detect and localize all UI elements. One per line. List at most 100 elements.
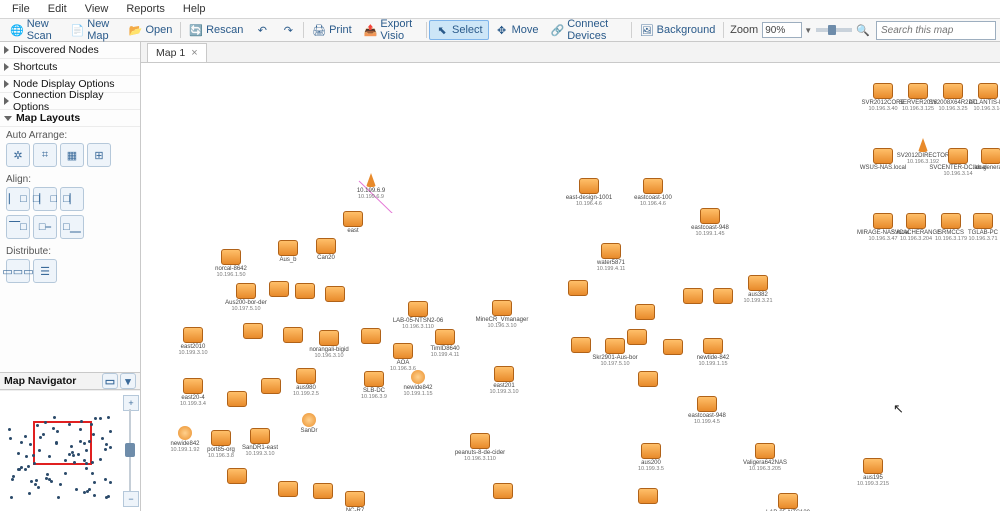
rescan-button[interactable]: 🔄Rescan [183, 20, 249, 40]
map-node[interactable]: water587110.199.4.11 [589, 243, 633, 272]
map-node[interactable] [231, 323, 275, 339]
search-input[interactable] [876, 21, 996, 40]
map-node[interactable]: Can20 [304, 238, 348, 261]
map-node[interactable]: Aus200-bor-der10.197.5.10 [224, 283, 268, 312]
move-tool-button[interactable]: ✥Move [489, 20, 545, 40]
zoom-dropdown-icon[interactable]: ▼ [804, 26, 812, 35]
map-node[interactable]: MineCR_Vmanager10.196.3.10 [480, 300, 524, 329]
menu-file[interactable]: File [4, 2, 38, 16]
background-button[interactable]: 🖼Background [634, 20, 722, 40]
map-node[interactable]: aus38210.199.3.21 [736, 275, 780, 304]
map-node[interactable]: port85-org10.196.3.8 [199, 430, 243, 459]
map-node[interactable]: SERVER201610.196.3.125 [896, 83, 940, 112]
map-node[interactable]: peanuts-8-de-cider10.196.3.110 [458, 433, 502, 462]
map-canvas[interactable]: ↖ SVR2012CORE10.196.3.40SERVER201610.196… [141, 63, 1000, 511]
zoom-in-icon[interactable]: + [123, 395, 139, 411]
navigator-collapse-icon[interactable]: ▾ [120, 373, 136, 389]
print-button[interactable]: 🖨Print [306, 20, 358, 40]
map-node[interactable]: aus20010.199.3.5 [629, 443, 673, 472]
map-node[interactable]: SV2012DIRECTOR10.196.3.192 [901, 138, 945, 165]
new-scan-button[interactable]: 🌐New Scan [4, 20, 65, 40]
map-node[interactable]: east201010.199.3.10 [171, 327, 215, 356]
menu-view[interactable]: View [77, 2, 117, 16]
zoom-slider[interactable] [816, 28, 852, 32]
map-node[interactable] [701, 288, 745, 304]
connect-devices-button[interactable]: 🔗Connect Devices [545, 20, 629, 40]
navigator-options-icon[interactable]: ▭ [102, 373, 118, 389]
open-button[interactable]: 📂Open [122, 20, 178, 40]
map-node[interactable]: east20110.199.3.10 [482, 366, 526, 395]
align-center-button[interactable]: □⎸□ [33, 187, 57, 211]
tab-map-1[interactable]: Map 1 × [147, 43, 207, 62]
map-node[interactable]: norangali-bigid10.196.3.10 [307, 330, 351, 359]
close-icon[interactable]: × [191, 47, 197, 59]
map-node[interactable]: SanDr [287, 413, 331, 434]
map-node[interactable]: TGLAB-PC10.196.3.71 [961, 213, 1000, 242]
map-node[interactable] [271, 327, 315, 343]
map-node[interactable]: SVCACHERANGE10.196.3.204 [894, 213, 938, 242]
map-node[interactable] [349, 328, 393, 344]
map-node[interactable] [266, 481, 310, 497]
map-node[interactable]: SV2008X64R2DC10.196.3.25 [931, 83, 975, 112]
redo-button[interactable]: ↷ [275, 20, 301, 40]
layout-radial-button[interactable]: ✲ [6, 143, 30, 167]
zoom-out-icon[interactable]: − [123, 491, 139, 507]
layout-symmetric-button[interactable]: ⌗ [33, 143, 57, 167]
map-node[interactable]: SVR2012CORE10.196.3.40 [861, 83, 905, 112]
menu-edit[interactable]: Edit [40, 2, 75, 16]
map-node[interactable]: Aus_b [266, 240, 310, 263]
map-node[interactable] [671, 288, 715, 304]
map-node[interactable]: NC-R710.196.3.17 [333, 491, 377, 511]
map-node[interactable] [615, 329, 659, 345]
map-node[interactable] [215, 468, 259, 484]
align-left-button[interactable]: ⎸□ [6, 187, 30, 211]
map-navigator[interactable]: + − [0, 390, 140, 511]
section-shortcuts[interactable]: Shortcuts [0, 59, 140, 76]
map-node[interactable]: eastcoast-10010.196.4.6 [631, 178, 675, 207]
layout-tree-button[interactable]: ⊞ [87, 143, 111, 167]
map-node[interactable] [313, 286, 357, 302]
map-node[interactable]: newide84210.199.1.15 [396, 370, 440, 397]
distribute-h-button[interactable]: ▭▭▭ [6, 259, 30, 283]
map-node[interactable] [257, 281, 301, 297]
map-node[interactable]: Valigera642NAS10.196.3.205 [743, 443, 787, 472]
map-node[interactable]: eastcoast-94810.199.4.5 [685, 396, 729, 425]
map-node[interactable]: LAB-05-NTSN2-0610.196.3.110 [396, 301, 440, 330]
layout-grid-button[interactable]: ▦ [60, 143, 84, 167]
map-node[interactable]: SVCENTER-DC.local10.196.3.14 [936, 148, 980, 177]
map-node[interactable]: LAB-05-NTS13010.196.3.130 [766, 493, 810, 511]
menu-reports[interactable]: Reports [118, 2, 173, 16]
select-tool-button[interactable]: ⬉Select [429, 20, 489, 40]
map-node[interactable]: SanDR1-east10.199.3.10 [238, 428, 282, 457]
map-node[interactable]: AOA10.196.3.6 [381, 343, 425, 372]
map-node[interactable]: newide84210.199.1.92 [163, 426, 207, 453]
menu-help[interactable]: Help [175, 2, 214, 16]
map-node[interactable]: MIRAGE-NAS.local10.196.3.47 [861, 213, 905, 242]
map-node[interactable]: east-design-100110.196.4.6 [567, 178, 611, 207]
map-navigator-header[interactable]: Map Navigator ▭ ▾ [0, 372, 140, 390]
map-node[interactable]: east [331, 211, 375, 234]
map-node[interactable]: eastcoast-94810.199.1.45 [688, 208, 732, 237]
map-node[interactable]: aus19510.199.3.215 [851, 458, 895, 487]
map-node[interactable]: lab-generator [969, 148, 1000, 171]
section-connection-display[interactable]: Connection Display Options [0, 93, 140, 110]
section-discovered-nodes[interactable]: Discovered Nodes [0, 42, 140, 59]
map-node[interactable] [301, 483, 345, 499]
zoom-input[interactable] [762, 22, 802, 38]
map-node[interactable] [215, 391, 259, 407]
map-node[interactable]: aus98010.199.2.5 [284, 368, 328, 397]
map-node[interactable] [559, 337, 603, 353]
map-node[interactable] [283, 283, 327, 299]
map-node[interactable] [556, 280, 600, 296]
navigator-zoom-slider[interactable]: + − [122, 397, 138, 505]
map-node[interactable]: newtide-84210.199.1.15 [691, 338, 735, 367]
map-node[interactable] [651, 339, 695, 355]
map-node[interactable] [626, 488, 670, 504]
map-node[interactable] [626, 371, 670, 387]
undo-button[interactable]: ↶ [249, 20, 275, 40]
align-middle-button[interactable]: □⎯ [33, 215, 57, 239]
export-visio-button[interactable]: 📤Export Visio [358, 20, 425, 40]
map-node[interactable] [249, 378, 293, 394]
align-right-button[interactable]: □⎸ [60, 187, 84, 211]
map-node[interactable]: norcal-864210.196.1.50 [209, 249, 253, 278]
